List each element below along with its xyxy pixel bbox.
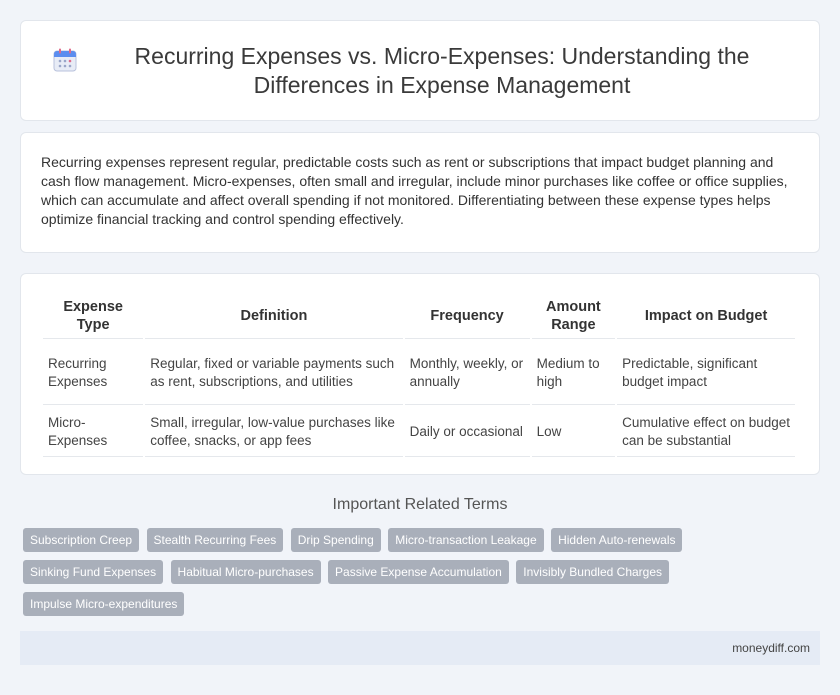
related-terms-tags: Subscription Creep Stealth Recurring Fee… [23, 528, 823, 624]
calendar-icon [53, 48, 77, 71]
tag-micro-transaction-leakage[interactable]: Micro-transaction Leakage [388, 528, 544, 552]
table-cell: Cumulative effect on budget can be subst… [617, 407, 795, 457]
header-expense-type: Expense Type [43, 294, 144, 339]
intro-card: Recurring expenses represent regular, pr… [20, 132, 820, 253]
header-frequency: Frequency [404, 294, 530, 339]
comparison-table-card: Expense Type Definition Frequency Amount… [20, 273, 820, 475]
tag-sinking-fund-expenses[interactable]: Sinking Fund Expenses [23, 560, 164, 584]
tag-invisibly-bundled-charges[interactable]: Invisibly Bundled Charges [516, 560, 670, 584]
comparison-table: Expense Type Definition Frequency Amount… [41, 292, 797, 459]
table-cell: Daily or occasional [404, 407, 530, 457]
tag-stealth-recurring-fees[interactable]: Stealth Recurring Fees [146, 528, 284, 552]
page-title: Recurring Expenses vs. Micro-Expenses: U… [134, 42, 750, 98]
tag-habitual-micro-purchases[interactable]: Habitual Micro-purchases [170, 560, 321, 584]
tag-passive-expense-accumulation[interactable]: Passive Expense Accumulation [328, 560, 509, 584]
header-impact-on-budget: Impact on Budget [617, 294, 795, 339]
table-cell: Low [531, 407, 616, 457]
tag-impulse-micro-expenditures[interactable]: Impulse Micro-expenditures [23, 592, 185, 616]
table-cell: Small, irregular, low-value purchases li… [145, 407, 403, 457]
footer-site-link[interactable]: moneydiff.com [732, 641, 810, 655]
table-header-row: Expense Type Definition Frequency Amount… [43, 294, 795, 339]
table-cell: Predictable, significant budget impact [617, 341, 795, 405]
header-amount-range: Amount Range [531, 294, 616, 339]
footer: moneydiff.com [20, 631, 820, 665]
table-row: Recurring Expenses Regular, fixed or var… [43, 341, 795, 405]
table-cell: Micro-Expenses [43, 407, 144, 457]
header-definition: Definition [145, 294, 403, 339]
tag-drip-spending[interactable]: Drip Spending [290, 528, 381, 552]
tag-subscription-creep[interactable]: Subscription Creep [23, 528, 140, 552]
table-row: Micro-Expenses Small, irregular, low-val… [43, 407, 795, 457]
related-terms-title: Important Related Terms [332, 496, 508, 513]
intro-paragraph: Recurring expenses represent regular, pr… [41, 154, 788, 227]
title-wrap: Recurring Expenses vs. Micro-Expenses: U… [21, 42, 819, 100]
table-cell: Monthly, weekly, or annually [404, 341, 530, 405]
title-card: Recurring Expenses vs. Micro-Expenses: U… [20, 20, 820, 121]
table-cell: Recurring Expenses [43, 341, 144, 405]
table-cell: Medium to high [531, 341, 616, 405]
table-cell: Regular, fixed or variable payments such… [145, 341, 403, 405]
tag-hidden-auto-renewals[interactable]: Hidden Auto-renewals [551, 528, 683, 552]
